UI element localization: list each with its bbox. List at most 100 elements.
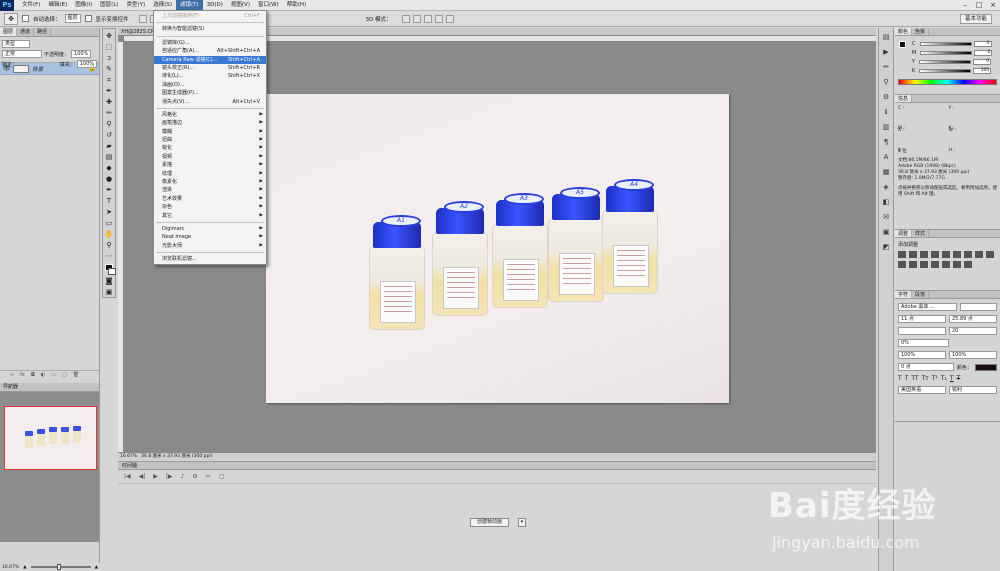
- 3d-slide-icon[interactable]: [434, 14, 443, 23]
- filter-menu-item[interactable]: 渲染 ▶: [154, 186, 266, 194]
- auto-select-dropdown[interactable]: 图层: [64, 14, 81, 23]
- gradient-map-icon[interactable]: [953, 261, 961, 268]
- vertical-scale-field[interactable]: 100%: [898, 351, 946, 359]
- hue-saturation-icon[interactable]: [953, 251, 961, 258]
- minimize-icon[interactable]: –: [958, 0, 972, 11]
- tracking-field[interactable]: 20: [949, 327, 997, 335]
- auto-select-checkbox[interactable]: [22, 15, 29, 22]
- strikethrough-icon[interactable]: T: [957, 375, 961, 382]
- tab-paragraph[interactable]: 段落: [912, 291, 930, 298]
- filter-menu-item[interactable]: 艺术效果 ▶: [154, 195, 266, 203]
- filter-menu-item[interactable]: 自适应广角(A)... Alt+Shift+Ctrl+A: [154, 47, 266, 55]
- folder-icon[interactable]: ▭: [51, 372, 56, 378]
- color-foreground-chip[interactable]: [899, 41, 906, 48]
- filter-menu-item[interactable]: 镜头校正(R)... Shift+Ctrl+R: [154, 64, 266, 72]
- zoom-in-icon[interactable]: ▲: [95, 565, 98, 570]
- small-caps-icon[interactable]: Tт: [922, 375, 929, 382]
- subscript-icon[interactable]: T₁: [941, 375, 947, 382]
- split-icon[interactable]: ✂: [206, 473, 211, 480]
- layer-row-background[interactable]: 👁 背景 🔒: [0, 63, 99, 75]
- actions-panel-icon[interactable]: ▶: [881, 47, 892, 57]
- filter-menu-item[interactable]: 油画(O)...: [154, 81, 266, 89]
- menu-item[interactable]: 帮助(H): [283, 0, 310, 11]
- shape-tool-icon[interactable]: ▭: [104, 218, 114, 228]
- history-brush-tool-icon[interactable]: ↺: [104, 130, 114, 140]
- font-family-dropdown[interactable]: Adobe 黑体 ...: [898, 303, 957, 311]
- tab-character[interactable]: 字符: [895, 291, 913, 298]
- vibrance-icon[interactable]: [942, 251, 950, 258]
- channel-mixer-icon[interactable]: [898, 261, 906, 268]
- play-icon[interactable]: ▶: [153, 473, 158, 480]
- navigator-thumbnail[interactable]: [4, 406, 97, 470]
- antialias-dropdown[interactable]: 锐利: [949, 386, 997, 394]
- next-frame-icon[interactable]: |▶: [166, 473, 173, 480]
- color-channel-value[interactable]: 100: [973, 67, 992, 74]
- maximize-icon[interactable]: □: [972, 0, 986, 11]
- prev-frame-icon[interactable]: ◀|: [139, 473, 146, 480]
- font-size-field[interactable]: 11 点: [898, 315, 946, 323]
- link-icon[interactable]: ∞: [10, 372, 14, 378]
- ruler-vertical[interactable]: [118, 42, 124, 452]
- tab-swatches[interactable]: 色板: [912, 28, 930, 35]
- settings-icon[interactable]: ⚙: [192, 473, 197, 480]
- layer-comps-icon[interactable]: ◧: [881, 197, 892, 207]
- eyedropper-tool-icon[interactable]: ✒: [104, 86, 114, 96]
- navigator-zoom-slider[interactable]: [30, 564, 91, 570]
- tab-styles[interactable]: 样式: [912, 230, 930, 237]
- tsume-field[interactable]: 0%: [898, 339, 949, 347]
- 3d-pan-icon[interactable]: [423, 14, 432, 23]
- filter-menu-item[interactable]: 素描 ▶: [154, 161, 266, 169]
- create-frame-animation-button[interactable]: 创建帧动画: [470, 518, 510, 527]
- color-balance-icon[interactable]: [964, 251, 972, 258]
- faux-italic-icon[interactable]: T: [905, 375, 909, 382]
- notes-icon[interactable]: ✉: [881, 212, 892, 222]
- navigator-zoom[interactable]: 16.67%: [2, 565, 19, 570]
- text-color-swatch[interactable]: [975, 363, 997, 371]
- history-panel-icon[interactable]: ▤: [881, 32, 892, 42]
- move-tool-preset-icon[interactable]: ✥: [4, 12, 18, 25]
- 3d-panel-icon[interactable]: ◈: [881, 182, 892, 192]
- color-channel-value[interactable]: 0: [974, 49, 993, 56]
- opacity-field[interactable]: 100%: [71, 50, 92, 58]
- new-layer-icon[interactable]: ▢: [62, 372, 67, 378]
- status-zoom[interactable]: 16.67%: [120, 453, 137, 460]
- 3d-roll-icon[interactable]: [412, 14, 421, 23]
- zoom-tool-icon[interactable]: ⚲: [104, 240, 114, 250]
- tab-paths[interactable]: 路径: [34, 28, 52, 36]
- filter-menu-item[interactable]: Neat Image ▶: [154, 233, 266, 241]
- menu-item[interactable]: 图像(I): [71, 0, 96, 11]
- horizontal-scale-field[interactable]: 100%: [949, 351, 997, 359]
- menu-item[interactable]: 类型(Y): [123, 0, 150, 11]
- menu-item[interactable]: 编辑(E): [44, 0, 71, 11]
- dodge-tool-icon[interactable]: ●: [104, 174, 114, 184]
- paragraph-panel-icon[interactable]: ¶: [881, 137, 892, 147]
- color-channel-value[interactable]: 0: [973, 40, 992, 47]
- path-select-tool-icon[interactable]: ➤: [104, 207, 114, 217]
- tab-layers[interactable]: 图层: [0, 28, 18, 36]
- kerning-field[interactable]: [898, 327, 946, 335]
- adjustment-icon[interactable]: ◐: [41, 372, 45, 378]
- underline-icon[interactable]: T: [950, 375, 954, 382]
- tab-channels[interactable]: 通道: [17, 28, 35, 36]
- filter-menu-item[interactable]: 风格化 ▶: [154, 111, 266, 119]
- filter-menu-item[interactable]: 浏览联机滤镜...: [154, 255, 266, 263]
- 3d-scale-icon[interactable]: [445, 14, 454, 23]
- color-channel-slider[interactable]: [919, 41, 972, 46]
- chevron-down-icon[interactable]: ▾: [518, 518, 526, 527]
- first-frame-icon[interactable]: |◀: [124, 473, 131, 480]
- font-style-dropdown[interactable]: [959, 303, 997, 311]
- pen-tool-icon[interactable]: ✒: [104, 185, 114, 195]
- color-channel-value[interactable]: 0: [973, 58, 992, 65]
- all-caps-icon[interactable]: TT: [911, 375, 918, 382]
- extra-tool-icon[interactable]: ⋯: [104, 251, 114, 261]
- tool-presets-icon[interactable]: ▣: [881, 227, 892, 237]
- styles-panel-icon[interactable]: ▦: [881, 167, 892, 177]
- posterize-icon[interactable]: [931, 261, 939, 268]
- properties-panel-icon[interactable]: ⚙: [881, 92, 892, 102]
- menu-item[interactable]: 图层(L): [96, 0, 122, 11]
- menu-item[interactable]: 选择(S): [149, 0, 176, 11]
- workspace-dropdown[interactable]: 基本功能: [959, 14, 992, 24]
- filter-menu-item[interactable]: 视频 ▶: [154, 153, 266, 161]
- filter-menu-item[interactable]: Camera Raw 滤镜(C)... Shift+Ctrl+A: [154, 55, 266, 64]
- trash-icon[interactable]: 🗑: [73, 372, 79, 378]
